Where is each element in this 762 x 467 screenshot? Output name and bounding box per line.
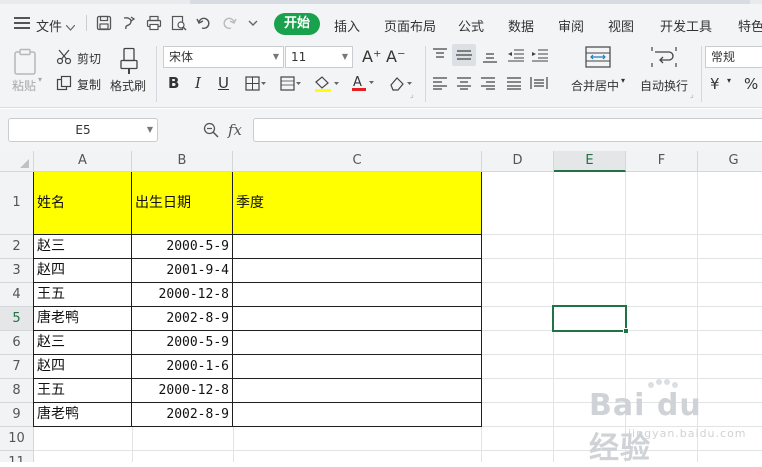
tab-review[interactable]: 审阅 — [558, 16, 584, 35]
font-color-icon[interactable]: A — [350, 74, 376, 96]
paste-button[interactable]: 粘贴 — [12, 77, 36, 94]
merge-center-button[interactable]: 合并居中 — [571, 77, 619, 94]
file-menu[interactable]: 文件 — [36, 16, 62, 35]
watermark-domain: jingyan.baidu.com — [628, 427, 747, 440]
scissors-icon[interactable] — [56, 49, 72, 68]
save-icon[interactable] — [96, 15, 112, 31]
divider — [156, 46, 157, 102]
font-name-select[interactable]: 宋体 ▼ — [163, 46, 284, 68]
cut-button[interactable]: 剪切 — [77, 50, 101, 67]
number-format-select[interactable]: 常规 — [705, 46, 762, 68]
formula-input[interactable] — [253, 118, 762, 142]
distributed-align-icon[interactable] — [530, 76, 548, 93]
tab-special[interactable]: 特色 — [738, 16, 762, 35]
tab-developer[interactable]: 开发工具 — [660, 16, 712, 35]
undo-icon[interactable] — [196, 15, 212, 31]
tab-insert[interactable]: 插入 — [334, 16, 360, 35]
active-cell-e5[interactable] — [552, 305, 629, 334]
font-settings-icon[interactable]: ⌟ — [410, 90, 414, 99]
chevron-down-icon: ▼ — [146, 125, 153, 134]
svg-text:A: A — [353, 75, 362, 90]
tab-home[interactable]: 开始 — [274, 13, 320, 35]
divider — [425, 46, 426, 102]
fill-handle[interactable] — [623, 328, 629, 334]
decrease-indent-icon[interactable] — [507, 48, 525, 65]
zoom-search-icon[interactable] — [203, 122, 219, 141]
align-left-icon[interactable] — [432, 76, 448, 93]
divider — [86, 15, 87, 31]
wrap-text-button[interactable]: 自动换行 — [640, 77, 688, 94]
justify-icon[interactable] — [506, 76, 522, 93]
align-bottom-icon[interactable] — [482, 50, 498, 67]
export-icon[interactable] — [121, 15, 137, 31]
underline-icon[interactable]: U — [218, 74, 229, 92]
percent-icon[interactable]: % — [744, 75, 758, 93]
tab-formulas[interactable]: 公式 — [458, 16, 484, 35]
formula-bar: E5 ▼ fx — [0, 109, 762, 151]
chevron-down-icon[interactable] — [65, 20, 76, 34]
border-icon[interactable] — [245, 76, 267, 95]
baidu-jingyan-watermark-logo: Bai du 经验 jingyan.baidu.com — [583, 378, 746, 466]
print-preview-icon[interactable] — [171, 15, 187, 31]
name-box[interactable]: E5 ▼ — [8, 118, 158, 142]
increase-indent-icon[interactable] — [531, 48, 549, 65]
merge-center-icon[interactable] — [585, 46, 611, 71]
insert-function-icon[interactable]: fx — [228, 121, 242, 139]
chevron-down-icon[interactable]: ▾ — [727, 76, 731, 85]
chevron-down-icon: ▼ — [272, 52, 279, 61]
copy-button[interactable]: 复制 — [77, 76, 101, 93]
italic-icon[interactable]: I — [195, 74, 201, 92]
chevron-down-icon: ▼ — [341, 52, 348, 61]
copy-icon[interactable] — [56, 75, 72, 94]
font-size-select[interactable]: 11 ▼ — [285, 46, 353, 68]
ribbon-toolbar: 粘贴 ▾ 剪切 复制 格式刷 宋体 ▼ 11 ▼ A⁺ A⁻ B I U A ⌟ — [0, 42, 762, 108]
bold-icon[interactable]: B — [168, 74, 179, 92]
menu-bar: 文件 开始 插入 页面布局 公式 数据 审阅 视图 开发工具 特色 — [0, 4, 762, 42]
redo-icon[interactable] — [221, 15, 237, 31]
currency-icon[interactable]: ¥ — [710, 75, 720, 93]
tab-data[interactable]: 数据 — [508, 16, 534, 35]
print-icon[interactable] — [146, 15, 162, 31]
tab-view[interactable]: 视图 — [608, 16, 634, 35]
alignment-settings-icon[interactable]: ⌟ — [690, 90, 694, 99]
align-top-icon[interactable] — [432, 48, 448, 65]
hamburger-menu-icon[interactable] — [14, 16, 30, 33]
font-name-value: 宋体 — [169, 50, 194, 64]
format-painter-button[interactable]: 格式刷 — [110, 77, 146, 94]
increase-font-size-icon[interactable]: A⁺ — [362, 47, 381, 66]
chevron-down-icon[interactable]: ▾ — [621, 76, 625, 85]
wrap-text-icon[interactable] — [651, 46, 677, 71]
align-center-icon[interactable] — [456, 76, 472, 93]
number-format-value: 常规 — [711, 50, 736, 64]
paste-dropdown-icon[interactable]: ▾ — [38, 75, 42, 84]
fill-color-icon[interactable] — [313, 75, 341, 96]
name-box-value: E5 — [75, 123, 91, 137]
align-middle-icon[interactable] — [452, 44, 476, 66]
tab-page-layout[interactable]: 页面布局 — [384, 16, 436, 35]
paste-icon[interactable] — [12, 48, 38, 79]
decrease-font-size-icon[interactable]: A⁻ — [386, 47, 405, 66]
format-painter-icon[interactable] — [118, 47, 140, 78]
align-right-icon[interactable] — [480, 76, 496, 93]
customize-quick-access-icon[interactable] — [247, 15, 263, 31]
font-size-value: 11 — [291, 50, 307, 64]
cell-style-icon[interactable] — [280, 76, 302, 95]
divider — [701, 46, 702, 102]
